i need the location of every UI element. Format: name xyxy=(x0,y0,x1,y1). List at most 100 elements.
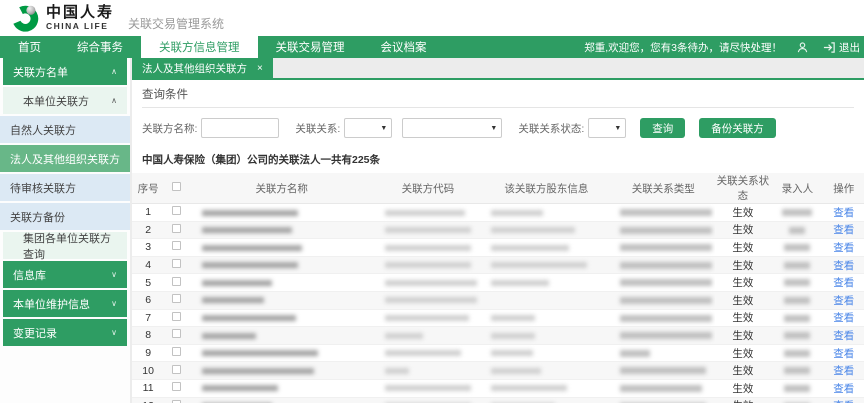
row-checkbox[interactable] xyxy=(172,241,181,250)
relation-type-redacted xyxy=(612,327,715,345)
nav-item-label: 首页 xyxy=(18,39,41,55)
entered-by-redacted xyxy=(771,327,823,345)
nav-item[interactable]: 首页 xyxy=(0,36,59,58)
row-index: 9 xyxy=(132,344,164,362)
row-index: 7 xyxy=(132,309,164,327)
row-checkbox-cell xyxy=(164,362,188,380)
party-name-redacted[interactable] xyxy=(188,204,375,222)
sidebar-item[interactable]: 集团各单位关联方查询 xyxy=(3,232,127,259)
view-link[interactable]: 查看 xyxy=(833,207,854,219)
table-row: 1 生效 查看 xyxy=(132,204,864,222)
sidebar-item[interactable]: 本单位关联方 ∧ xyxy=(3,87,127,114)
main-nav: 首页 综合事务 关联方信息管理 关联交易管理 会议档案 郑重,欢迎您，您有3条待… xyxy=(0,36,864,58)
nav-item[interactable]: 综合事务 xyxy=(59,36,141,58)
sidebar-item[interactable]: 法人及其他组织关联方 xyxy=(0,145,130,172)
party-name-redacted[interactable] xyxy=(188,397,375,403)
sidebar-item-label: 待审核关联方 xyxy=(10,180,120,196)
china-life-logo: 中国人寿 CHINA LIFE xyxy=(12,4,114,32)
view-link[interactable]: 查看 xyxy=(833,260,854,272)
sidebar-item[interactable]: 自然人关联方 xyxy=(0,116,130,143)
welcome-message: 郑重,欢迎您，您有3条待办，请尽快处理！ xyxy=(584,40,782,55)
row-checkbox[interactable] xyxy=(172,382,181,391)
sidebar-item[interactable]: 变更记录 ∨ xyxy=(3,319,127,346)
row-checkbox[interactable] xyxy=(172,294,181,303)
sidebar-item-label: 集团各单位关联方查询 xyxy=(23,230,117,262)
entered-by-redacted xyxy=(771,379,823,397)
row-checkbox[interactable] xyxy=(172,329,181,338)
view-link[interactable]: 查看 xyxy=(833,365,854,377)
shareholder-info-redacted xyxy=(481,239,612,257)
row-index: 4 xyxy=(132,256,164,274)
tab-bar: 法人及其他组织关联方 × xyxy=(132,58,864,78)
party-name-redacted[interactable] xyxy=(188,362,375,380)
action-cell: 查看 xyxy=(824,221,864,239)
sidebar-item[interactable]: 关联方备份 xyxy=(0,203,130,230)
row-checkbox[interactable] xyxy=(172,277,181,286)
relation-select-1[interactable]: ▼ xyxy=(344,118,392,138)
nav-item[interactable]: 会议档案 xyxy=(363,36,445,58)
view-link[interactable]: 查看 xyxy=(833,312,854,324)
nav-item[interactable]: 关联交易管理 xyxy=(258,36,363,58)
view-link[interactable]: 查看 xyxy=(833,383,854,395)
sidebar-item[interactable]: 信息库 ∨ xyxy=(3,261,127,288)
sidebar-item[interactable]: 关联方名单 ∧ xyxy=(3,58,127,85)
party-name-redacted[interactable] xyxy=(188,256,375,274)
sidebar-item[interactable]: 待审核关联方 xyxy=(0,174,130,201)
sidebar-item-label: 本单位关联方 xyxy=(23,93,111,109)
entered-by-redacted xyxy=(771,239,823,257)
party-name-redacted[interactable] xyxy=(188,291,375,309)
row-checkbox[interactable] xyxy=(172,206,181,215)
view-link[interactable]: 查看 xyxy=(833,330,854,342)
row-index: 5 xyxy=(132,274,164,292)
row-checkbox[interactable] xyxy=(172,224,181,233)
tab-legal-person-related-parties[interactable]: 法人及其他组织关联方 × xyxy=(132,58,273,78)
table-row: 9 生效 查看 xyxy=(132,344,864,362)
col-header-shareholder: 该关联方股东信息 xyxy=(481,173,612,204)
search-button[interactable]: 查询 xyxy=(640,118,685,138)
query-form: 关联方名称: 关联关系: ▼ ▼ 关联关系状态: ▼ 查询 备份关联方 xyxy=(142,118,854,138)
party-name-redacted[interactable] xyxy=(188,327,375,345)
party-name-redacted[interactable] xyxy=(188,309,375,327)
table-row: 2 生效 查看 xyxy=(132,221,864,239)
party-name-redacted[interactable] xyxy=(188,274,375,292)
relation-status: 生效 xyxy=(715,327,771,345)
table-row: 8 生效 查看 xyxy=(132,327,864,345)
caret-icon: ∨ xyxy=(111,270,117,279)
view-link[interactable]: 查看 xyxy=(833,295,854,307)
party-name-redacted[interactable] xyxy=(188,379,375,397)
row-checkbox[interactable] xyxy=(172,365,181,374)
relation-type-redacted xyxy=(612,221,715,239)
select-all-checkbox[interactable] xyxy=(172,182,181,191)
row-checkbox-cell xyxy=(164,221,188,239)
user-icon[interactable] xyxy=(796,41,809,54)
row-checkbox-cell xyxy=(164,309,188,327)
sidebar-item[interactable]: 本单位维护信息 ∨ xyxy=(3,290,127,317)
relation-select-2[interactable]: ▼ xyxy=(402,118,502,138)
action-cell: 查看 xyxy=(824,239,864,257)
result-summary: 中国人寿保险（集团）公司的关联法人一共有225条 xyxy=(132,150,864,173)
nav-item[interactable]: 关联方信息管理 xyxy=(141,36,258,58)
view-link[interactable]: 查看 xyxy=(833,242,854,254)
party-name-input[interactable] xyxy=(201,118,279,138)
relation-status-select[interactable]: ▼ xyxy=(588,118,626,138)
logout-button[interactable]: 退出 xyxy=(823,40,860,55)
row-checkbox[interactable] xyxy=(172,259,181,268)
row-checkbox-cell xyxy=(164,291,188,309)
nav-right-area: 郑重,欢迎您，您有3条待办，请尽快处理！ 退出 xyxy=(584,36,864,58)
table-row: 12 生效 查看 xyxy=(132,397,864,403)
row-checkbox[interactable] xyxy=(172,312,181,321)
party-name-redacted[interactable] xyxy=(188,344,375,362)
row-checkbox[interactable] xyxy=(172,347,181,356)
tab-close-icon[interactable]: × xyxy=(257,63,263,74)
party-name-redacted[interactable] xyxy=(188,239,375,257)
col-header-action: 操作 xyxy=(824,173,864,204)
view-link[interactable]: 查看 xyxy=(833,224,854,236)
backup-related-party-button[interactable]: 备份关联方 xyxy=(699,118,776,138)
table-row: 7 生效 查看 xyxy=(132,309,864,327)
party-name-redacted[interactable] xyxy=(188,221,375,239)
action-cell: 查看 xyxy=(824,204,864,222)
view-link[interactable]: 查看 xyxy=(833,348,854,360)
view-link[interactable]: 查看 xyxy=(833,277,854,289)
sidebar-item-label: 本单位维护信息 xyxy=(13,296,111,312)
party-code-redacted xyxy=(375,379,481,397)
